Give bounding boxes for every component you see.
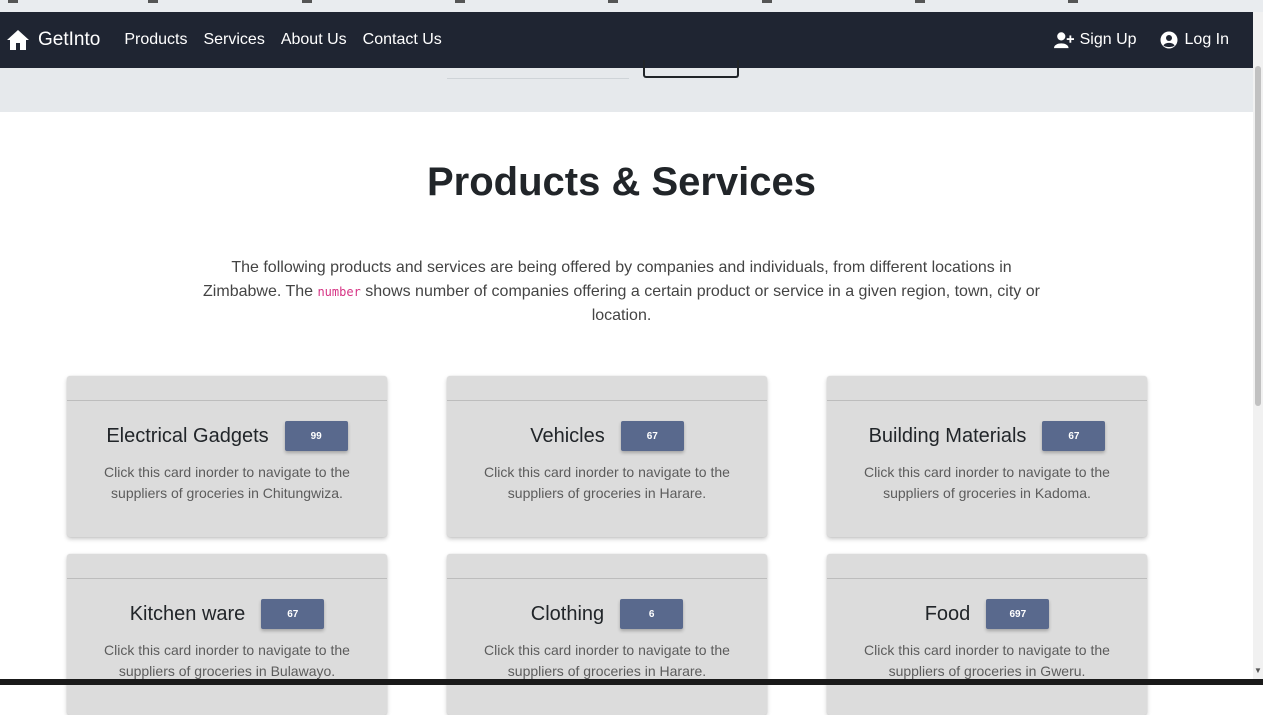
card-text: Click this card inorder to navigate to t…	[104, 642, 350, 679]
card-header	[827, 376, 1147, 401]
count-badge: 67	[1042, 421, 1106, 451]
card-text: Click this card inorder to navigate to t…	[864, 464, 1110, 501]
tab-marker	[455, 0, 465, 3]
hero-section	[0, 60, 1253, 112]
scroll-down-arrow[interactable]: ▼	[1254, 666, 1262, 675]
card-clothing[interactable]: Clothing 6 Click this card inorder to na…	[447, 554, 767, 715]
nav-link-contact-us[interactable]: Contact Us	[363, 31, 442, 49]
nav-link-services[interactable]: Services	[203, 31, 264, 49]
taskbar-edge	[0, 679, 1263, 685]
count-badge: 6	[620, 599, 684, 629]
nav-links: Products Services About Us Contact Us	[124, 31, 441, 49]
card-vehicles[interactable]: Vehicles 67 Click this card inorder to n…	[447, 376, 767, 537]
section-title: Products & Services	[426, 160, 817, 204]
tab-marker	[762, 0, 772, 3]
nav-link-about-us[interactable]: About Us	[281, 31, 347, 49]
card-title: Clothing	[530, 602, 605, 625]
card-food[interactable]: Food 697 Click this card inorder to navi…	[827, 554, 1147, 715]
navbar: GetInto Products Services About Us Conta…	[0, 12, 1253, 68]
nav-auth: Sign Up Log In	[1053, 31, 1229, 49]
card-building-materials[interactable]: Building Materials 67 Click this card in…	[827, 376, 1147, 537]
card-header	[827, 554, 1147, 579]
brand-name: GetInto	[38, 29, 101, 50]
home-icon	[7, 30, 29, 50]
card-title: Building Materials	[868, 424, 1027, 447]
card-text: Click this card inorder to navigate to t…	[484, 642, 730, 679]
tab-marker	[8, 0, 18, 3]
log-in-link[interactable]: Log In	[1159, 31, 1229, 49]
tab-marker	[302, 0, 312, 3]
card-title: Food	[924, 602, 971, 625]
card-title: Vehicles	[530, 424, 605, 447]
count-badge: 67	[620, 421, 684, 451]
card-title: Electrical Gadgets	[106, 424, 269, 447]
brand-link[interactable]: GetInto	[6, 29, 100, 51]
count-badge: 697	[986, 599, 1050, 629]
description-text-end: shows number of companies offering a cer…	[360, 283, 1040, 324]
nav-link-products[interactable]: Products	[124, 31, 187, 49]
search-button[interactable]	[643, 60, 739, 78]
number-code: number	[317, 285, 361, 299]
card-text: Click this card inorder to navigate to t…	[864, 642, 1110, 679]
sign-up-label: Sign Up	[1079, 31, 1137, 48]
search-input[interactable]	[447, 78, 629, 79]
card-header	[67, 554, 387, 579]
card-header	[67, 376, 387, 401]
user-circle-icon	[1160, 31, 1178, 49]
sign-up-link[interactable]: Sign Up	[1053, 31, 1137, 49]
card-text: Click this card inorder to navigate to t…	[104, 464, 350, 501]
scrollbar[interactable]: ▼	[1253, 12, 1263, 685]
card-text: Click this card inorder to navigate to t…	[484, 464, 730, 501]
count-badge: 99	[284, 421, 348, 451]
count-badge: 67	[261, 599, 325, 629]
card-kitchen-ware[interactable]: Kitchen ware 67 Click this card inorder …	[67, 554, 387, 715]
tab-marker	[915, 0, 925, 3]
log-in-label: Log In	[1184, 31, 1229, 48]
card-electrical-gadgets[interactable]: Electrical Gadgets 99 Click this card in…	[67, 376, 387, 537]
card-header	[447, 554, 767, 579]
card-title: Kitchen ware	[129, 602, 246, 625]
section-description: The following products and services are …	[200, 256, 1043, 328]
card-header	[447, 376, 767, 401]
tab-marker	[608, 0, 618, 3]
scrollbar-thumb[interactable]	[1255, 66, 1261, 406]
user-plus-icon	[1053, 32, 1074, 49]
tab-marker	[148, 0, 158, 3]
tab-marker	[1068, 0, 1078, 3]
